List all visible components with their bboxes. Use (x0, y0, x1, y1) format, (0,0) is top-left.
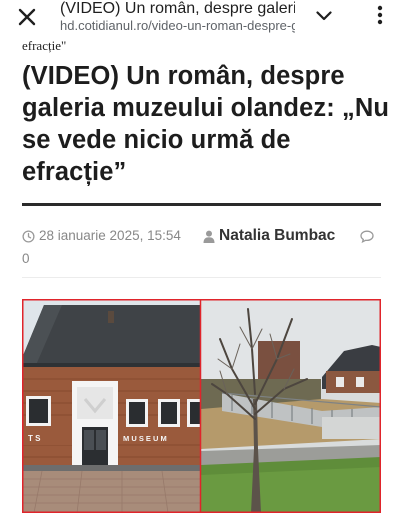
previous-title-tail: efracție" (22, 38, 67, 53)
article-photo[interactable]: T S M U S E U M (22, 299, 381, 513)
page-title-bar[interactable]: (VIDEO) Un român, despre galeria muzeulu… (60, 0, 295, 18)
browser-top-bar: (VIDEO) Un român, despre galeria muzeulu… (0, 0, 410, 38)
chevron-down-icon[interactable] (312, 6, 336, 26)
sign-text-left: T S (28, 434, 41, 443)
article-meta: 28 ianuarie 2025, 15:54 Natalia Bumbac 0 (22, 227, 382, 267)
url-text[interactable]: hd.cotidianul.ro/video-un-roman-despre-g… (60, 18, 295, 34)
comment-count[interactable]: 0 (22, 251, 30, 266)
user-icon (203, 230, 215, 243)
publish-date: 28 ianuarie 2025, 15:54 (39, 228, 181, 243)
article-headline: (VIDEO) Un român, despre galeria muzeulu… (22, 62, 390, 186)
author-link[interactable]: Natalia Bumbac (219, 227, 335, 245)
clock-icon (22, 230, 35, 243)
meta-divider (22, 277, 381, 278)
close-icon[interactable] (14, 4, 40, 30)
garden-photo (201, 299, 381, 513)
comment-icon[interactable] (360, 230, 374, 243)
headline-divider (22, 203, 381, 206)
museum-building-photo: T S M U S E U M (22, 299, 200, 513)
sign-text-museum: M U S E U M (123, 434, 167, 443)
more-vertical-icon[interactable] (370, 2, 390, 28)
